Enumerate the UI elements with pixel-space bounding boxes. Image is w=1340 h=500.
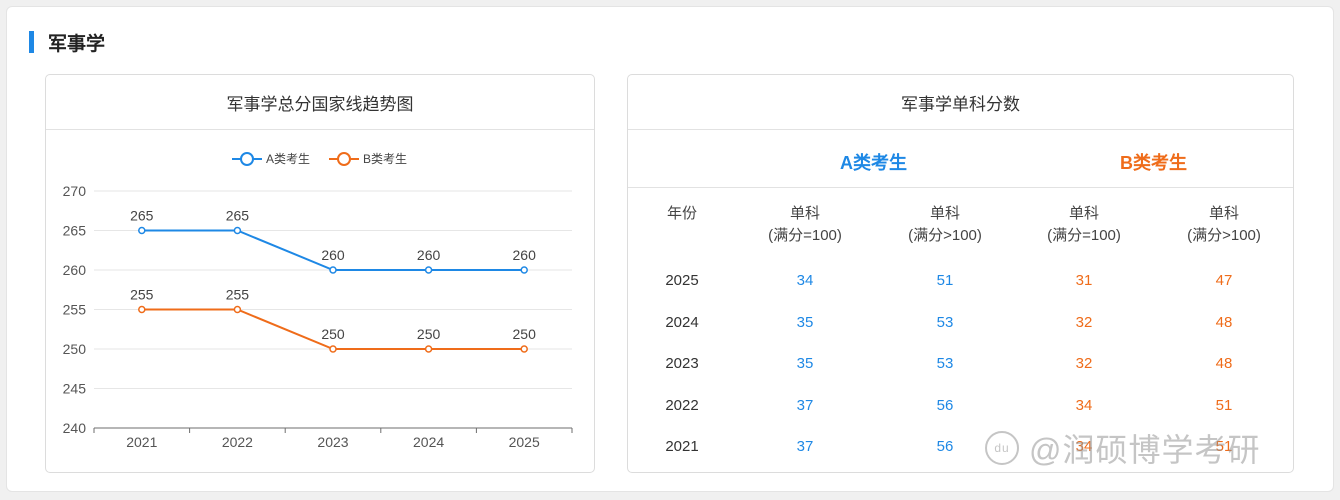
section-title: 军事学 [48, 33, 106, 55]
y-tick-label: 255 [63, 302, 87, 318]
group-b-label: B类考生 [1120, 153, 1187, 173]
data-point [520, 266, 528, 274]
watermark-logo: du [985, 431, 1019, 465]
group-a-label: A类考生 [840, 153, 907, 173]
section-accent-bar [29, 31, 34, 53]
data-point [138, 305, 146, 314]
watermark: du @润硕博学考研 [985, 425, 1261, 471]
table-cell-a2: 56 [936, 396, 954, 414]
table-cell-b1: 31 [1075, 272, 1093, 289]
table-cell-b2: 51 [1215, 396, 1233, 414]
y-tick-label: 265 [63, 223, 87, 239]
data-point [424, 345, 433, 353]
data-label: 250 [513, 326, 537, 342]
x-tick-label: 2024 [413, 434, 444, 450]
data-label: 250 [321, 326, 345, 342]
y-tick-label: 250 [63, 341, 87, 357]
data-point [233, 305, 242, 314]
data-point [138, 226, 146, 235]
data-label: 260 [417, 247, 441, 263]
x-tick-label: 2022 [222, 434, 253, 450]
y-tick-label: 240 [63, 420, 87, 436]
legend-label: B类考生 [363, 152, 407, 166]
data-point [233, 226, 242, 235]
data-label: 250 [417, 326, 441, 342]
table-cell-a1: 35 [796, 355, 814, 372]
x-tick-label: 2023 [317, 434, 348, 450]
data-label: 260 [321, 247, 345, 263]
x-tick-label: 2025 [509, 434, 540, 450]
table-cell-year: 2024 [665, 313, 699, 331]
table-cell-year: 2023 [665, 355, 699, 372]
watermark-text: @润硕博学考研 [1029, 432, 1261, 468]
table-cell-a2: 53 [936, 355, 954, 372]
data-point [520, 345, 528, 353]
table-cell-a1: 37 [796, 438, 814, 455]
table-cell-b2: 47 [1215, 272, 1233, 289]
y-tick-label: 260 [63, 262, 87, 278]
table-cell-a1: 37 [796, 396, 814, 414]
x-tick-label: 2021 [126, 434, 157, 450]
data-label: 255 [226, 287, 250, 303]
score-table-card: 军事学单科分数 A类考生 B类考生 年份 单科 (满分=100) 单科 (满分>… [627, 74, 1294, 473]
table-cell-a2: 53 [936, 313, 954, 331]
group-header-row: A类考生 B类考生 [628, 131, 1293, 188]
table-cell-b1: 32 [1075, 313, 1093, 331]
data-label: 255 [130, 287, 154, 303]
col-header-b1: 单科 (满分=100) [1047, 205, 1121, 244]
y-tick-label: 270 [63, 183, 87, 199]
chart-card: 军事学总分国家线趋势图 240 245 250 255 260 265 270 2021 202… [45, 74, 595, 473]
table-cell-b2: 48 [1215, 313, 1233, 331]
data-label: 265 [130, 208, 154, 224]
line-chart: 240 245 250 255 260 265 270 2021 2022 2023 2024 202… [63, 152, 573, 450]
table-card-title: 军事学单科分数 [628, 75, 1293, 130]
y-tick-label: 245 [63, 381, 87, 397]
table-cell-b2: 48 [1215, 355, 1233, 372]
data-point [424, 266, 433, 274]
table-cell-a1: 35 [796, 313, 814, 331]
table-cell-b1: 32 [1075, 355, 1093, 372]
data-point [329, 266, 337, 274]
table-cell-year: 2021 [665, 438, 699, 455]
table-cell-year: 2025 [665, 272, 699, 289]
col-header-year: 年份 [666, 205, 697, 222]
col-header-a2: 单科 (满分>100) [908, 205, 982, 244]
legend-marker [240, 152, 254, 166]
data-point [329, 345, 337, 353]
legend-label: A类考生 [266, 152, 310, 166]
col-header-b2: 单科 (满分>100) [1187, 205, 1261, 244]
section-header: 军事学 [29, 29, 105, 55]
chart-card-title: 军事学总分国家线趋势图 [46, 75, 594, 130]
table-cell-a2: 51 [936, 272, 954, 289]
table-cell-year: 2022 [665, 396, 699, 414]
data-label: 265 [226, 208, 250, 224]
table-cell-b1: 34 [1075, 396, 1093, 414]
data-label: 260 [513, 247, 537, 263]
legend-marker [337, 152, 351, 166]
col-header-a1: 单科 (满分=100) [768, 205, 842, 244]
table-cell-a1: 34 [796, 272, 814, 289]
